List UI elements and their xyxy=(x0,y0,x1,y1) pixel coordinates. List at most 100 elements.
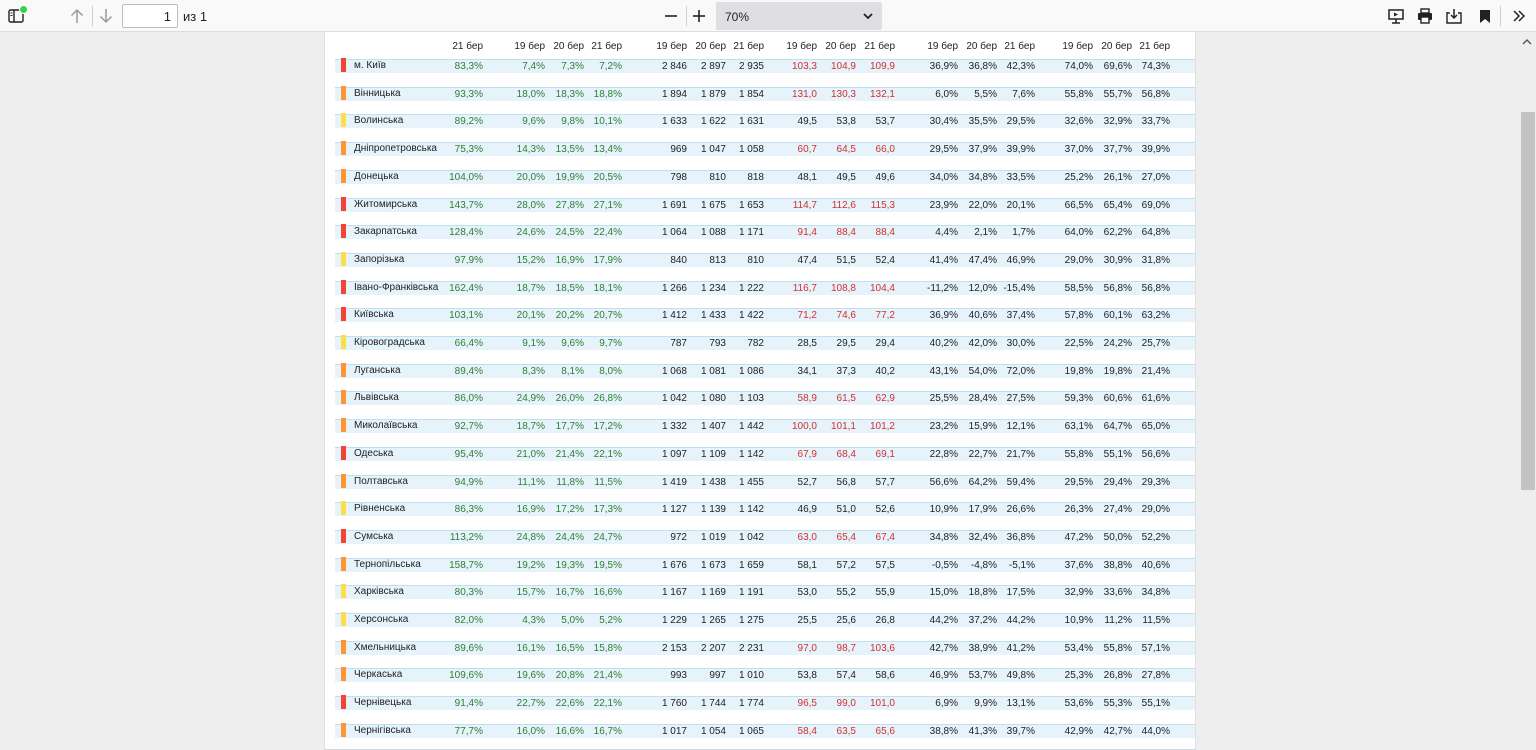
table-row: Херсонська 82,0% 4,3% 5,0% 5,2% 1 229 1 265 1 2… xyxy=(325,612,1195,631)
region-name: Запорізька xyxy=(354,254,405,265)
table-cell: 8,0% xyxy=(599,366,622,377)
table-cell: 26,8 xyxy=(875,615,895,626)
table-cell: 82,0% xyxy=(454,615,483,626)
table-cell: 72,0% xyxy=(1006,366,1035,377)
table-cell: 1 422 xyxy=(738,310,764,321)
table-row: Вінницька 93,3% 18,0% 18,3% 18,8% 1 894 1 879 1… xyxy=(325,86,1195,105)
table-cell: 22,8% xyxy=(929,449,958,460)
zoom-in-button[interactable] xyxy=(688,5,710,27)
zoom-value: 70% xyxy=(725,10,750,24)
table-cell: 37,2% xyxy=(968,615,997,626)
presentation-mode-button[interactable] xyxy=(1385,5,1407,27)
table-cell: 14,3% xyxy=(516,144,545,155)
table-row: Черкаська 109,6% 19,6% 20,8% 21,4% 993 997 1 01… xyxy=(325,667,1195,686)
table-cell: 97,9% xyxy=(454,255,483,266)
table-cell: 1 266 xyxy=(661,283,687,294)
table-cell: 818 xyxy=(747,172,764,183)
risk-level-marker xyxy=(341,169,346,183)
table-cell: 20,8% xyxy=(555,670,584,681)
region-name: Чернігівська xyxy=(354,725,411,736)
table-cell: 109,9 xyxy=(869,61,895,72)
scroll-up-arrow-icon[interactable] xyxy=(1521,37,1533,47)
column-header: 21 бер xyxy=(1004,41,1035,52)
table-cell: 9,8% xyxy=(561,116,584,127)
table-cell: 109,6% xyxy=(449,670,483,681)
table-cell: 21,0% xyxy=(516,449,545,460)
table-cell: 7,4% xyxy=(522,61,545,72)
table-cell: 782 xyxy=(747,338,764,349)
table-cell: 46,9% xyxy=(929,670,958,681)
table-cell: 39,7% xyxy=(1006,726,1035,737)
region-name: Волинська xyxy=(354,115,404,126)
table-cell: 104,0% xyxy=(449,172,483,183)
page-number-input[interactable] xyxy=(122,4,178,28)
table-cell: 93,3% xyxy=(454,89,483,100)
risk-level-marker xyxy=(341,113,346,127)
table-cell: 1 088 xyxy=(700,227,726,238)
table-cell: 1 010 xyxy=(738,670,764,681)
print-button[interactable] xyxy=(1414,5,1436,27)
table-cell: 33,5% xyxy=(1006,172,1035,183)
sidebar-toggle-button[interactable] xyxy=(5,5,28,27)
table-cell: 53,0 xyxy=(797,587,817,598)
table-cell: 40,2% xyxy=(929,338,958,349)
table-cell: 9,6% xyxy=(561,338,584,349)
table-cell: 64,0% xyxy=(1064,227,1093,238)
table-cell: 101,0 xyxy=(869,698,895,709)
table-cell: 49,6 xyxy=(875,172,895,183)
table-cell: 55,8% xyxy=(1064,449,1093,460)
table-cell: 55,1% xyxy=(1141,698,1170,709)
table-cell: 1 691 xyxy=(661,200,687,211)
risk-level-marker xyxy=(341,335,346,349)
zoom-out-button[interactable] xyxy=(660,5,682,27)
table-cell: 94,9% xyxy=(454,477,483,488)
table-cell: 55,8% xyxy=(1103,643,1132,654)
vertical-scrollbar-thumb[interactable] xyxy=(1521,112,1535,490)
table-cell: 42,7% xyxy=(929,643,958,654)
table-cell: 7,2% xyxy=(599,61,622,72)
table-cell: 2 207 xyxy=(700,643,726,654)
table-cell: 1 058 xyxy=(738,144,764,155)
table-row: Миколаївська 92,7% 18,7% 17,7% 17,2% 1 332 1 4… xyxy=(325,418,1195,437)
save-button[interactable] xyxy=(1443,5,1465,27)
table-cell: 65,6 xyxy=(875,726,895,737)
table-row: Житомирська 143,7% 28,0% 27,8% 27,1% 1 691 1 6… xyxy=(325,197,1195,216)
table-cell: 1 673 xyxy=(700,560,726,571)
table-cell: 89,2% xyxy=(454,116,483,127)
zoom-select[interactable]: 70% xyxy=(716,2,882,30)
table-cell: -15,4% xyxy=(1003,283,1035,294)
table-cell: 37,9% xyxy=(968,144,997,155)
table-cell: 36,9% xyxy=(929,310,958,321)
document-viewer[interactable]: 21 бер 19 бер 20 бер 21 бер 19 бер 20 бер 21 б… xyxy=(0,32,1536,750)
risk-level-marker xyxy=(341,557,346,571)
table-cell: 69,1 xyxy=(875,449,895,460)
table-cell: 11,2% xyxy=(1104,615,1132,626)
table-row: Кіровоградська 66,4% 9,1% 9,6% 9,7% 787 793 782… xyxy=(325,335,1195,354)
table-cell: 18,7% xyxy=(516,421,545,432)
table-cell: 130,3 xyxy=(830,89,856,100)
table-cell: 798 xyxy=(670,172,687,183)
table-cell: 74,3% xyxy=(1141,61,1170,72)
previous-page-button[interactable] xyxy=(66,5,88,27)
table-cell: 1 222 xyxy=(738,283,764,294)
table-cell: 1 894 xyxy=(661,89,687,100)
next-page-button[interactable] xyxy=(95,5,117,27)
bookmark-button[interactable] xyxy=(1474,5,1496,27)
table-cell: 4,3% xyxy=(522,615,545,626)
table-cell: 810 xyxy=(747,255,764,266)
table-cell: 20,5% xyxy=(593,172,622,183)
table-cell: 63,0 xyxy=(797,532,817,543)
table-cell: 10,9% xyxy=(1064,615,1093,626)
table-cell: 33,7% xyxy=(1141,116,1170,127)
table-cell: 19,6% xyxy=(516,670,545,681)
table-cell: 63,2% xyxy=(1141,310,1170,321)
table-cell: 37,3 xyxy=(836,366,856,377)
more-tools-button[interactable] xyxy=(1508,5,1530,27)
risk-level-marker xyxy=(341,418,346,432)
table-cell: 103,3 xyxy=(791,61,817,72)
table-cell: 39,9% xyxy=(1141,144,1170,155)
table-cell: 115,3 xyxy=(870,200,895,211)
table-cell: 16,1% xyxy=(516,643,545,654)
table-cell: 26,3% xyxy=(1064,504,1093,515)
table-cell: 2 935 xyxy=(738,61,764,72)
